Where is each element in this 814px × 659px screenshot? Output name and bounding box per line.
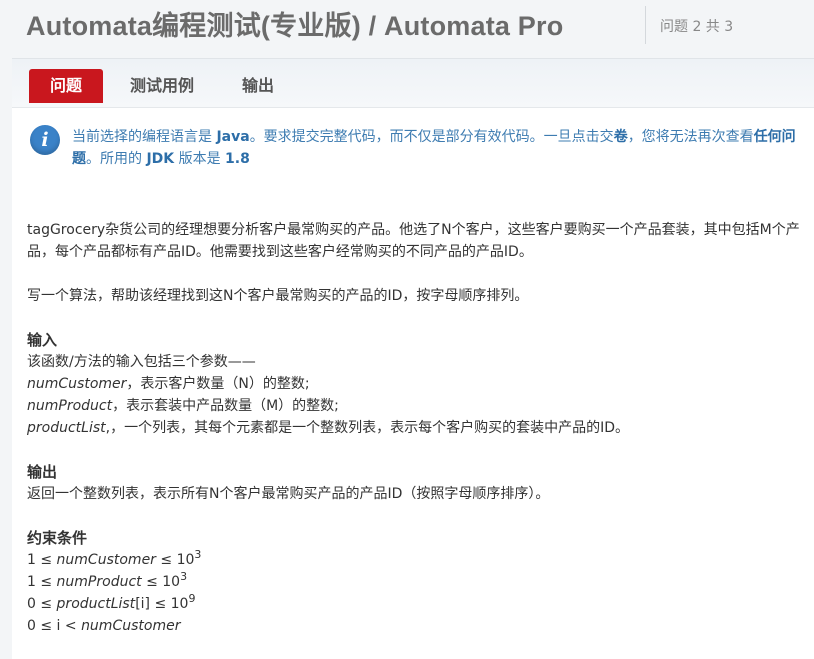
question-counter: 问题 2 共 3 — [660, 19, 734, 35]
constraints-heading: 约束条件 — [27, 529, 88, 547]
param-name: numCustomer — [27, 376, 127, 392]
constraint-3: 0 ≤ productList[i] ≤ 109 — [27, 593, 201, 615]
notice-text-part: ，您将无法再次查看 — [627, 129, 754, 145]
param-num-customer: numCustomer，表示客户数量（N）的整数; — [27, 373, 629, 395]
input-heading: 输入 — [27, 331, 58, 349]
tab-output[interactable]: 输出 — [238, 69, 278, 103]
info-icon: i — [30, 125, 60, 155]
param-num-product: numProduct，表示套装中产品数量（M）的整数; — [27, 395, 629, 417]
param-name: productList — [27, 420, 106, 436]
problem-task: 写一个算法，帮助该经理找到这N个客户最常购买的产品的ID，按字母顺序排列。 — [27, 288, 529, 304]
constraint-part: 0 ≤ i < — [27, 618, 82, 634]
language-name: Java — [216, 129, 250, 145]
constraint-var: numCustomer — [56, 552, 156, 568]
constraints-section: 约束条件 1 ≤ numCustomer ≤ 103 1 ≤ numProduc… — [27, 527, 201, 637]
constraint-exponent: 3 — [194, 548, 202, 561]
constraint-part: 0 ≤ — [27, 596, 57, 612]
constraint-4: 0 ≤ i < numCustomer — [27, 615, 201, 637]
constraint-part: ≤ 10 — [141, 574, 181, 590]
notice-text: 当前选择的编程语言是 Java。要求提交完整代码，而不仅是部分有效代码。一旦点击… — [72, 126, 810, 170]
constraint-2: 1 ≤ numProduct ≤ 103 — [27, 571, 201, 593]
constraint-part: ≤ 10 — [155, 552, 195, 568]
notice-text-part: 。所用的 — [86, 151, 147, 167]
constraint-exponent: 9 — [188, 592, 196, 605]
param-name: numProduct — [27, 398, 113, 414]
param-product-list: productList,，一个列表，其每个元素都是一个整数列表，表示每个客户购买… — [27, 417, 629, 439]
param-desc: ，表示客户数量（N）的整数; — [126, 376, 310, 392]
notice-text-part: 当前选择的编程语言是 — [72, 129, 217, 145]
submit-word: 卷 — [613, 129, 628, 145]
constraint-var: numProduct — [56, 574, 142, 590]
input-intro: 该函数/方法的输入包括三个参数—— — [27, 354, 256, 370]
constraint-exponent: 3 — [180, 570, 188, 583]
constraint-part: 1 ≤ — [27, 552, 57, 568]
input-section: 输入 该函数/方法的输入包括三个参数—— numCustomer，表示客户数量（… — [27, 329, 629, 439]
param-desc: ，表示套装中产品数量（M）的整数; — [112, 398, 339, 414]
constraint-var: productList — [56, 596, 136, 612]
page-title: Automata编程测试(专业版) / Automata Pro — [26, 11, 564, 41]
constraint-var: numCustomer — [81, 618, 181, 634]
notice-text-part: 。要求提交完整代码，而不仅是部分有效代码。一旦点击交 — [249, 129, 614, 145]
output-section: 输出 返回一个整数列表，表示所有N个客户最常购买产品的产品ID（按照字母顺序排序… — [27, 461, 549, 505]
tab-problem[interactable]: 问题 — [29, 69, 103, 103]
constraint-part: 1 ≤ — [27, 574, 57, 590]
constraint-1: 1 ≤ numCustomer ≤ 103 — [27, 549, 201, 571]
constraint-part: [i] ≤ 10 — [135, 596, 189, 612]
question-panel: 问题 测试用例 输出 i 当前选择的编程语言是 Java。要求提交完整代码，而不… — [12, 58, 814, 659]
tab-bar: 问题 测试用例 输出 — [12, 59, 814, 108]
notice-text-part: 版本是 — [174, 151, 226, 167]
jdk-label: JDK — [146, 151, 175, 167]
param-desc: ,，一个列表，其每个元素都是一个整数列表，表示每个客户购买的套装中产品的ID。 — [105, 420, 629, 436]
header: Automata编程测试(专业版) / Automata Pro 问题 2 共 … — [0, 0, 814, 52]
header-divider — [645, 6, 646, 44]
jdk-version: 1.8 — [225, 151, 250, 167]
output-heading: 输出 — [27, 463, 58, 481]
output-text: 返回一个整数列表，表示所有N个客户最常购买产品的产品ID（按照字母顺序排序）。 — [27, 486, 550, 502]
tab-test-cases[interactable]: 测试用例 — [125, 69, 199, 103]
problem-description: tagGrocery杂货公司的经理想要分析客户最常购买的产品。他选了N个客户，这… — [27, 222, 800, 260]
